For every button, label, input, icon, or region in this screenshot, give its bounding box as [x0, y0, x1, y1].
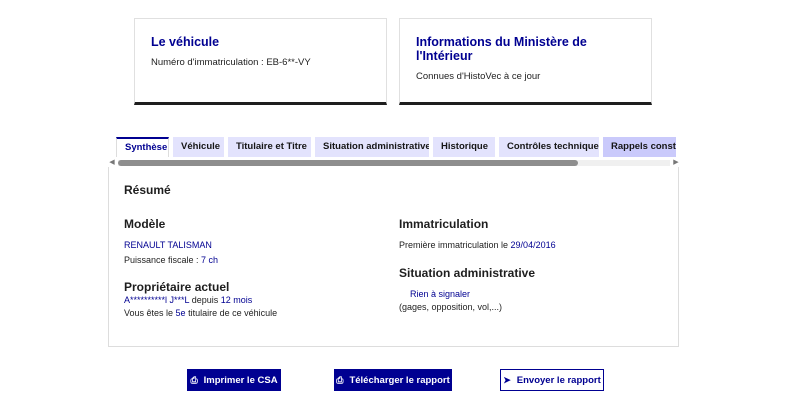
tabs-scrollbar[interactable]: ◀ ▶ [108, 159, 680, 166]
vehicle-card: Le véhicule Numéro d'immatriculation : E… [134, 18, 387, 105]
owner-since: 12 mois [220, 295, 253, 305]
printer-icon: ⎙ [336, 374, 344, 385]
tab-bar: Synthèse Véhicule Titulaire et Titre Sit… [116, 137, 676, 157]
summary-title: Résumé [124, 183, 171, 197]
tab-situation-administrative[interactable]: Situation administrative [315, 137, 429, 157]
registration-heading: Immatriculation [399, 217, 489, 231]
first-registration-date: 29/04/2016 [510, 240, 556, 250]
tab-rappels-constructeur[interactable]: Rappels constructeur [603, 137, 676, 157]
send-report-label: Envoyer le rapport [516, 374, 601, 386]
scroll-right-icon[interactable]: ▶ [672, 159, 680, 166]
owner-heading: Propriétaire actuel [124, 280, 230, 294]
owner-name: A**********l J***L [124, 295, 190, 305]
tab-controles-techniques[interactable]: Contrôles techniques [499, 137, 599, 157]
print-csa-button[interactable]: ⎙ Imprimer le CSA [187, 369, 281, 391]
download-report-button[interactable]: ⎙ Télécharger le rapport [334, 369, 452, 391]
send-report-button[interactable]: ➤ Envoyer le rapport [500, 369, 604, 391]
owner-count-value: 5e [175, 308, 186, 318]
send-icon: ➤ [503, 374, 511, 385]
fiscal-power: Puissance fiscale : 7 ch [124, 255, 219, 265]
owner-line: A**********l J***L depuis 12 mois [124, 295, 253, 305]
vehicle-card-title: Le véhicule [151, 35, 220, 49]
owner-count: Vous êtes le 5e titulaire de ce véhicule [124, 308, 278, 318]
tab-vehicule[interactable]: Véhicule [173, 137, 224, 157]
download-report-label: Télécharger le rapport [349, 374, 450, 386]
fiscal-power-value: 7 ch [201, 255, 219, 265]
scroll-left-icon[interactable]: ◀ [108, 159, 116, 166]
admin-note: (gages, opposition, vol,...) [399, 302, 503, 312]
model-name: RENAULT TALISMAN [124, 240, 212, 250]
model-heading: Modèle [124, 217, 166, 231]
admin-status: Rien à signaler [410, 289, 471, 299]
admin-heading: Situation administrative [399, 266, 536, 280]
plate-number-text: Numéro d'immatriculation : EB-6**-VY [151, 57, 311, 68]
ministry-card-desc: Connues d'HistoVec à ce jour [416, 71, 541, 82]
print-csa-label: Imprimer le CSA [203, 374, 278, 386]
first-registration: Première immatriculation le 29/04/2016 [399, 240, 556, 250]
scroll-thumb[interactable] [118, 160, 578, 166]
summary-panel: Résumé Modèle RENAULT TALISMAN Puissance… [108, 167, 679, 347]
ministry-info-card: Informations du Ministère de l'Intérieur… [399, 18, 652, 105]
tab-titulaire[interactable]: Titulaire et Titre [228, 137, 311, 157]
tab-historique[interactable]: Historique [433, 137, 495, 157]
tab-synthese[interactable]: Synthèse [116, 137, 169, 157]
ministry-card-title: Informations du Ministère de l'Intérieur [416, 35, 587, 63]
printer-icon: ⎙ [190, 374, 198, 385]
